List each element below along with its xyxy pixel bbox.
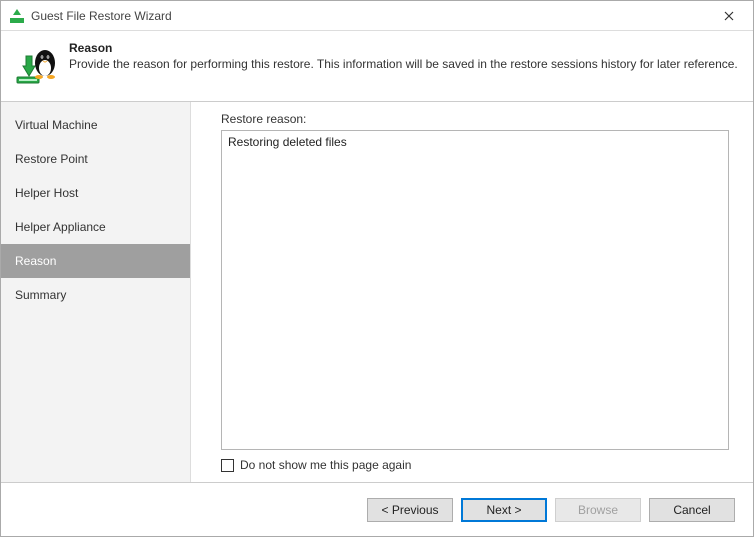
reason-input[interactable]: [221, 130, 729, 450]
sidebar-item-helper-host[interactable]: Helper Host: [1, 176, 190, 210]
app-icon: [9, 8, 25, 24]
sidebar-item-reason[interactable]: Reason: [1, 244, 190, 278]
sidebar-item-virtual-machine[interactable]: Virtual Machine: [1, 108, 190, 142]
close-button[interactable]: [709, 2, 749, 30]
sidebar-item-label: Helper Host: [15, 186, 78, 200]
button-label: Browse: [578, 503, 618, 517]
browse-button: Browse: [555, 498, 641, 522]
button-label: Cancel: [673, 503, 710, 517]
header: Reason Provide the reason for performing…: [1, 31, 753, 102]
button-label: Next >: [486, 503, 521, 517]
penguin-restore-icon: [15, 43, 59, 87]
content: Restore reason: Do not show me this page…: [191, 102, 753, 482]
dont-show-label: Do not show me this page again: [240, 458, 411, 472]
sidebar-item-label: Summary: [15, 288, 66, 302]
sidebar-item-restore-point[interactable]: Restore Point: [1, 142, 190, 176]
sidebar-item-label: Helper Appliance: [15, 220, 106, 234]
sidebar: Virtual Machine Restore Point Helper Hos…: [1, 102, 191, 482]
sidebar-item-label: Restore Point: [15, 152, 88, 166]
next-button[interactable]: Next >: [461, 498, 547, 522]
header-title: Reason: [69, 41, 738, 55]
button-label: < Previous: [381, 503, 438, 517]
header-text: Reason Provide the reason for performing…: [69, 41, 738, 71]
wizard-window: Guest File Restore Wizard Reason Provide…: [0, 0, 754, 537]
titlebar: Guest File Restore Wizard: [1, 1, 753, 31]
titlebar-title: Guest File Restore Wizard: [31, 9, 709, 23]
sidebar-item-summary[interactable]: Summary: [1, 278, 190, 312]
sidebar-item-label: Reason: [15, 254, 56, 268]
cancel-button[interactable]: Cancel: [649, 498, 735, 522]
close-icon: [724, 11, 734, 21]
header-description: Provide the reason for performing this r…: [69, 57, 738, 71]
dont-show-checkbox[interactable]: [221, 459, 234, 472]
sidebar-item-helper-appliance[interactable]: Helper Appliance: [1, 210, 190, 244]
dont-show-row[interactable]: Do not show me this page again: [221, 458, 729, 472]
reason-label: Restore reason:: [221, 112, 729, 126]
footer: < Previous Next > Browse Cancel: [1, 482, 753, 536]
body: Virtual Machine Restore Point Helper Hos…: [1, 102, 753, 482]
sidebar-item-label: Virtual Machine: [15, 118, 98, 132]
previous-button[interactable]: < Previous: [367, 498, 453, 522]
